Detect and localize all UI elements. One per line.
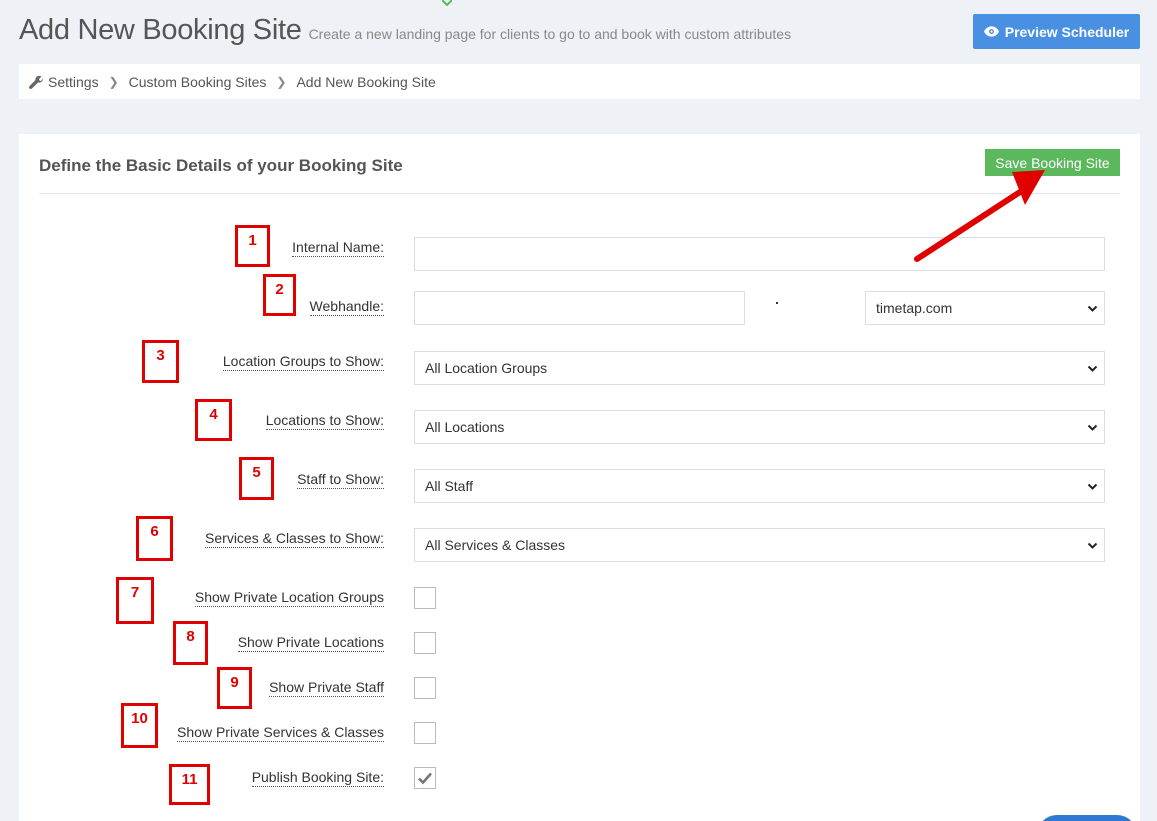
active-indicator-caret bbox=[442, 0, 452, 6]
chevron-right-icon: ❯ bbox=[276, 74, 287, 89]
annotation-marker: 7 bbox=[116, 577, 154, 624]
annotation-marker: 10 bbox=[121, 703, 158, 748]
show-private-staff-label: Show Private Staff bbox=[269, 679, 384, 697]
staff-label: Staff to Show: bbox=[297, 471, 384, 489]
save-booking-site-button[interactable]: Save Booking Site bbox=[985, 149, 1120, 176]
preview-scheduler-label: Preview Scheduler bbox=[1004, 23, 1130, 40]
show-private-locations-label: Show Private Locations bbox=[237, 634, 384, 652]
chevron-down-icon bbox=[1087, 305, 1098, 312]
services-select[interactable]: All Services & Classes bbox=[414, 528, 1105, 562]
internal-name-label: Internal Name: bbox=[292, 239, 384, 257]
locations-label: Locations to Show: bbox=[265, 412, 384, 430]
show-private-services-label: Show Private Services & Classes bbox=[177, 724, 384, 742]
checkmark-icon bbox=[418, 772, 432, 785]
annotation-marker: 6 bbox=[136, 516, 173, 561]
eye-icon bbox=[983, 26, 999, 37]
annotation-marker: 8 bbox=[173, 621, 208, 665]
show-private-locations-checkbox[interactable] bbox=[414, 632, 436, 654]
location-groups-label: Location Groups to Show: bbox=[222, 353, 384, 371]
breadcrumb-current: Add New Booking Site bbox=[296, 73, 436, 90]
breadcrumb-custom-booking-sites[interactable]: Custom Booking Sites bbox=[129, 74, 267, 90]
annotation-marker: 11 bbox=[169, 764, 210, 805]
chevron-down-icon bbox=[1087, 365, 1098, 372]
services-value: All Services & Classes bbox=[425, 537, 566, 553]
breadcrumb-settings[interactable]: Settings bbox=[48, 74, 99, 90]
internal-name-input[interactable] bbox=[414, 237, 1105, 271]
annotation-marker: 3 bbox=[142, 340, 179, 383]
webhandle-label: Webhandle: bbox=[309, 298, 384, 316]
annotation-marker: 2 bbox=[263, 274, 296, 316]
page-header: Add New Booking Site Create a new landin… bbox=[19, 14, 791, 47]
domain-select-value: timetap.com bbox=[876, 300, 953, 316]
page-subtitle: Create a new landing page for clients to… bbox=[308, 26, 792, 42]
annotation-marker: 1 bbox=[235, 225, 270, 267]
chevron-right-icon: ❯ bbox=[108, 74, 119, 89]
preview-scheduler-button[interactable]: Preview Scheduler bbox=[973, 14, 1140, 49]
booking-site-card: Define the Basic Details of your Booking… bbox=[19, 134, 1140, 821]
staff-value: All Staff bbox=[425, 478, 473, 494]
publish-booking-site-label: Publish Booking Site: bbox=[251, 769, 384, 787]
location-groups-select[interactable]: All Location Groups bbox=[414, 351, 1105, 385]
services-label: Services & Classes to Show: bbox=[205, 530, 384, 548]
page-title: Add New Booking Site bbox=[19, 14, 302, 46]
publish-booking-site-checkbox[interactable] bbox=[414, 767, 436, 789]
show-private-location-groups-checkbox[interactable] bbox=[414, 587, 436, 609]
annotation-marker: 4 bbox=[195, 399, 232, 441]
staff-select[interactable]: All Staff bbox=[414, 469, 1105, 503]
locations-select[interactable]: All Locations bbox=[414, 410, 1105, 444]
webhandle-input[interactable] bbox=[414, 291, 745, 325]
wrench-icon bbox=[29, 75, 43, 89]
card-title: Define the Basic Details of your Booking… bbox=[39, 156, 403, 175]
annotation-marker: 5 bbox=[239, 457, 274, 500]
domain-select[interactable]: timetap.com bbox=[865, 291, 1105, 325]
chevron-down-icon bbox=[1087, 542, 1098, 549]
chevron-down-icon bbox=[1087, 483, 1098, 490]
breadcrumb: Settings ❯ Custom Booking Sites ❯ Add Ne… bbox=[19, 64, 1140, 99]
locations-value: All Locations bbox=[425, 419, 505, 435]
show-private-staff-checkbox[interactable] bbox=[414, 677, 436, 699]
location-groups-value: All Location Groups bbox=[425, 360, 548, 376]
show-private-location-groups-label: Show Private Location Groups bbox=[194, 589, 384, 607]
show-private-services-checkbox[interactable] bbox=[414, 722, 436, 744]
domain-separator-dot bbox=[776, 302, 778, 304]
help-widget-button[interactable] bbox=[1037, 815, 1137, 821]
divider bbox=[39, 193, 1120, 194]
annotation-marker: 9 bbox=[217, 667, 252, 709]
chevron-down-icon bbox=[1087, 424, 1098, 431]
